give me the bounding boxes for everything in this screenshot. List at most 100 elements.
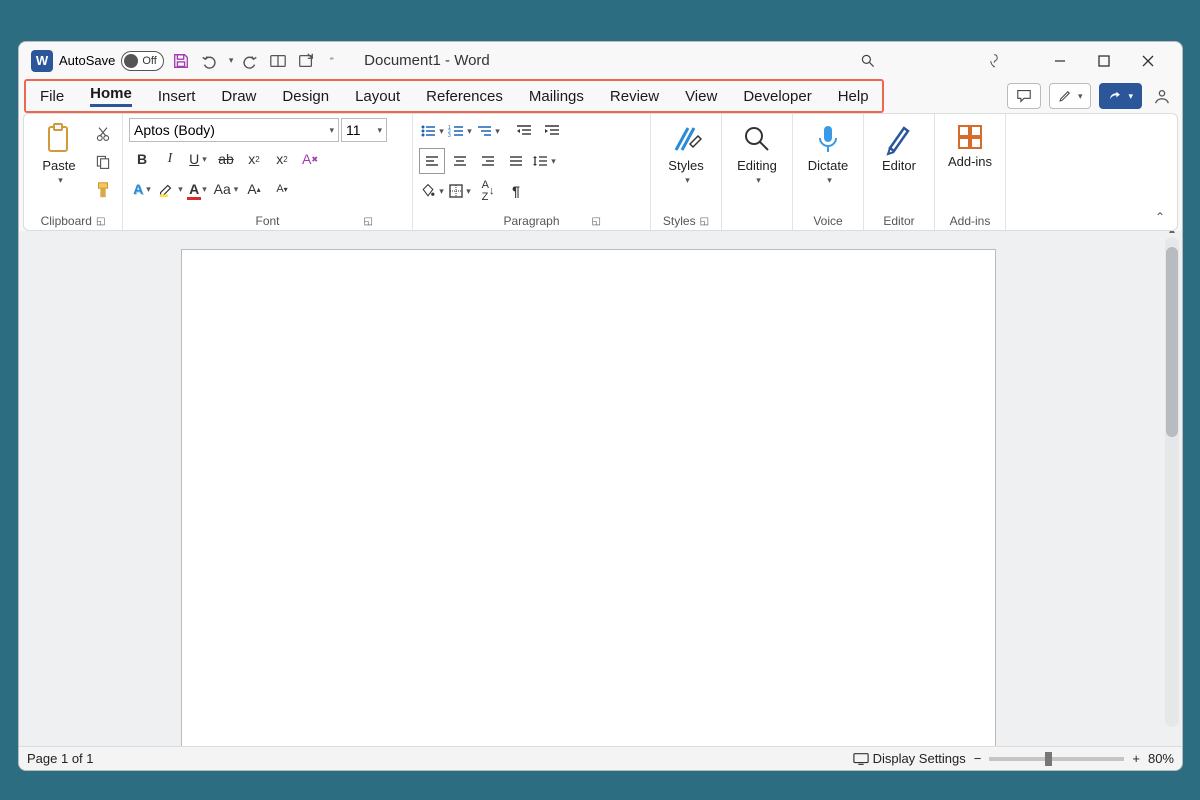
tab-developer[interactable]: Developer xyxy=(730,81,824,111)
qat-button-1[interactable] xyxy=(267,50,289,72)
bullets-button[interactable]: ▾ xyxy=(419,118,445,144)
qat-button-2[interactable] xyxy=(295,50,317,72)
vertical-scrollbar[interactable]: ▲ xyxy=(1165,237,1179,727)
multilevel-list-button[interactable]: ▾ xyxy=(475,118,501,144)
dialog-launcher-icon[interactable]: ◱ xyxy=(700,216,709,227)
strikethrough-button[interactable]: ab xyxy=(213,146,239,172)
editor-button[interactable]: Editor xyxy=(870,118,928,177)
chevron-down-icon: ▾ xyxy=(466,186,471,197)
tab-mailings[interactable]: Mailings xyxy=(516,81,597,111)
dictate-button[interactable]: Dictate ▾ xyxy=(799,118,857,190)
align-right-button[interactable] xyxy=(475,148,501,174)
help-tip-button[interactable] xyxy=(972,46,1016,76)
underline-button[interactable]: U▾ xyxy=(185,146,211,172)
group-label: Voice xyxy=(813,214,842,230)
account-button[interactable] xyxy=(1150,83,1174,109)
chevron-down-icon: ▾ xyxy=(1128,91,1133,102)
chevron-down-icon: ▾ xyxy=(827,175,832,186)
tab-home[interactable]: Home xyxy=(77,81,145,111)
svg-text:3: 3 xyxy=(448,133,451,138)
superscript-button[interactable]: x2 xyxy=(269,146,295,172)
maximize-button[interactable] xyxy=(1082,46,1126,76)
justify-button[interactable] xyxy=(503,148,529,174)
sort-button[interactable]: AZ↓ xyxy=(475,178,501,204)
clear-formatting-button[interactable]: A✖ xyxy=(297,146,323,172)
scroll-up-icon[interactable]: ▲ xyxy=(1167,231,1177,236)
highlight-button[interactable]: ▾ xyxy=(157,176,183,202)
qat-customize-icon[interactable]: ⁼ xyxy=(329,55,334,66)
increase-indent-button[interactable] xyxy=(539,118,565,144)
font-color-button[interactable]: A▾ xyxy=(185,176,211,202)
autosave-toggle[interactable]: Off xyxy=(121,51,163,71)
statusbar: Page 1 of 1 Display Settings − + 80% xyxy=(19,746,1182,770)
chevron-down-icon: ▾ xyxy=(329,125,334,136)
chevron-down-icon: ▾ xyxy=(439,186,444,197)
format-painter-button[interactable] xyxy=(90,177,116,203)
chevron-down-icon: ▾ xyxy=(146,184,151,195)
document-page[interactable] xyxy=(181,249,996,746)
tab-view[interactable]: View xyxy=(672,81,730,111)
tab-insert[interactable]: Insert xyxy=(145,81,209,111)
share-button[interactable]: ▾ xyxy=(1099,83,1142,109)
subscript-button[interactable]: x2 xyxy=(241,146,267,172)
grow-font-button[interactable]: A▴ xyxy=(241,176,267,202)
align-center-button[interactable] xyxy=(447,148,473,174)
scrollbar-thumb[interactable] xyxy=(1166,247,1178,437)
chevron-down-icon: ▾ xyxy=(234,184,239,195)
dialog-launcher-icon[interactable]: ◱ xyxy=(591,216,600,227)
undo-button[interactable] xyxy=(198,50,220,72)
decrease-indent-button[interactable] xyxy=(511,118,537,144)
italic-button[interactable]: I xyxy=(157,146,183,172)
paste-button[interactable]: Paste ▾ xyxy=(30,118,88,190)
editing-mode-button[interactable]: ▾ xyxy=(1049,83,1092,109)
font-size-combo[interactable]: 11▾ xyxy=(341,118,387,142)
editing-button[interactable]: Editing ▾ xyxy=(728,118,786,190)
dialog-launcher-icon[interactable]: ◱ xyxy=(363,216,372,227)
line-spacing-button[interactable]: ▾ xyxy=(531,148,557,174)
bold-button[interactable]: B xyxy=(129,146,155,172)
display-settings-button[interactable]: Display Settings xyxy=(853,751,966,766)
display-settings-icon xyxy=(853,752,869,766)
numbering-button[interactable]: 123▾ xyxy=(447,118,473,144)
collapse-ribbon-button[interactable]: ⌃ xyxy=(1155,210,1165,224)
undo-dropdown-icon[interactable]: ▾ xyxy=(229,55,234,66)
group-label: Styles◱ xyxy=(663,214,709,230)
close-button[interactable] xyxy=(1126,46,1170,76)
save-button[interactable] xyxy=(170,50,192,72)
zoom-in-button[interactable]: + xyxy=(1132,751,1140,766)
borders-button[interactable]: ▾ xyxy=(447,178,473,204)
autosave-control[interactable]: AutoSave Off xyxy=(59,51,164,71)
chevron-down-icon: ▾ xyxy=(467,126,472,137)
tab-file[interactable]: File xyxy=(27,81,77,111)
redo-button[interactable] xyxy=(239,50,261,72)
styles-button[interactable]: Styles ▾ xyxy=(657,118,715,190)
dialog-launcher-icon[interactable]: ◱ xyxy=(96,216,105,227)
shrink-font-button[interactable]: A▾ xyxy=(269,176,295,202)
text-effects-button[interactable]: A▾ xyxy=(129,176,155,202)
chevron-down-icon: ▾ xyxy=(551,156,556,167)
tab-help[interactable]: Help xyxy=(825,81,882,111)
page-indicator[interactable]: Page 1 of 1 xyxy=(27,751,94,766)
zoom-slider-handle[interactable] xyxy=(1045,752,1052,766)
font-name-combo[interactable]: Aptos (Body)▾ xyxy=(129,118,339,142)
zoom-level[interactable]: 80% xyxy=(1148,751,1174,766)
change-case-button[interactable]: Aa▾ xyxy=(213,176,239,202)
tab-layout[interactable]: Layout xyxy=(342,81,413,111)
tab-review[interactable]: Review xyxy=(597,81,672,111)
zoom-out-button[interactable]: − xyxy=(974,751,982,766)
group-label: Add-ins xyxy=(950,214,991,230)
tab-design[interactable]: Design xyxy=(269,81,342,111)
show-marks-button[interactable]: ¶ xyxy=(503,178,529,204)
align-left-button[interactable] xyxy=(419,148,445,174)
chevron-down-icon: ▾ xyxy=(178,184,183,195)
addins-button[interactable]: Add-ins xyxy=(941,118,999,173)
zoom-slider[interactable] xyxy=(989,757,1124,761)
minimize-button[interactable] xyxy=(1038,46,1082,76)
tab-references[interactable]: References xyxy=(413,81,516,111)
shading-button[interactable]: ▾ xyxy=(419,178,445,204)
tab-draw[interactable]: Draw xyxy=(208,81,269,111)
copy-button[interactable] xyxy=(90,149,116,175)
search-button[interactable] xyxy=(846,46,890,76)
cut-button[interactable] xyxy=(90,121,116,147)
comments-button[interactable] xyxy=(1007,83,1041,109)
